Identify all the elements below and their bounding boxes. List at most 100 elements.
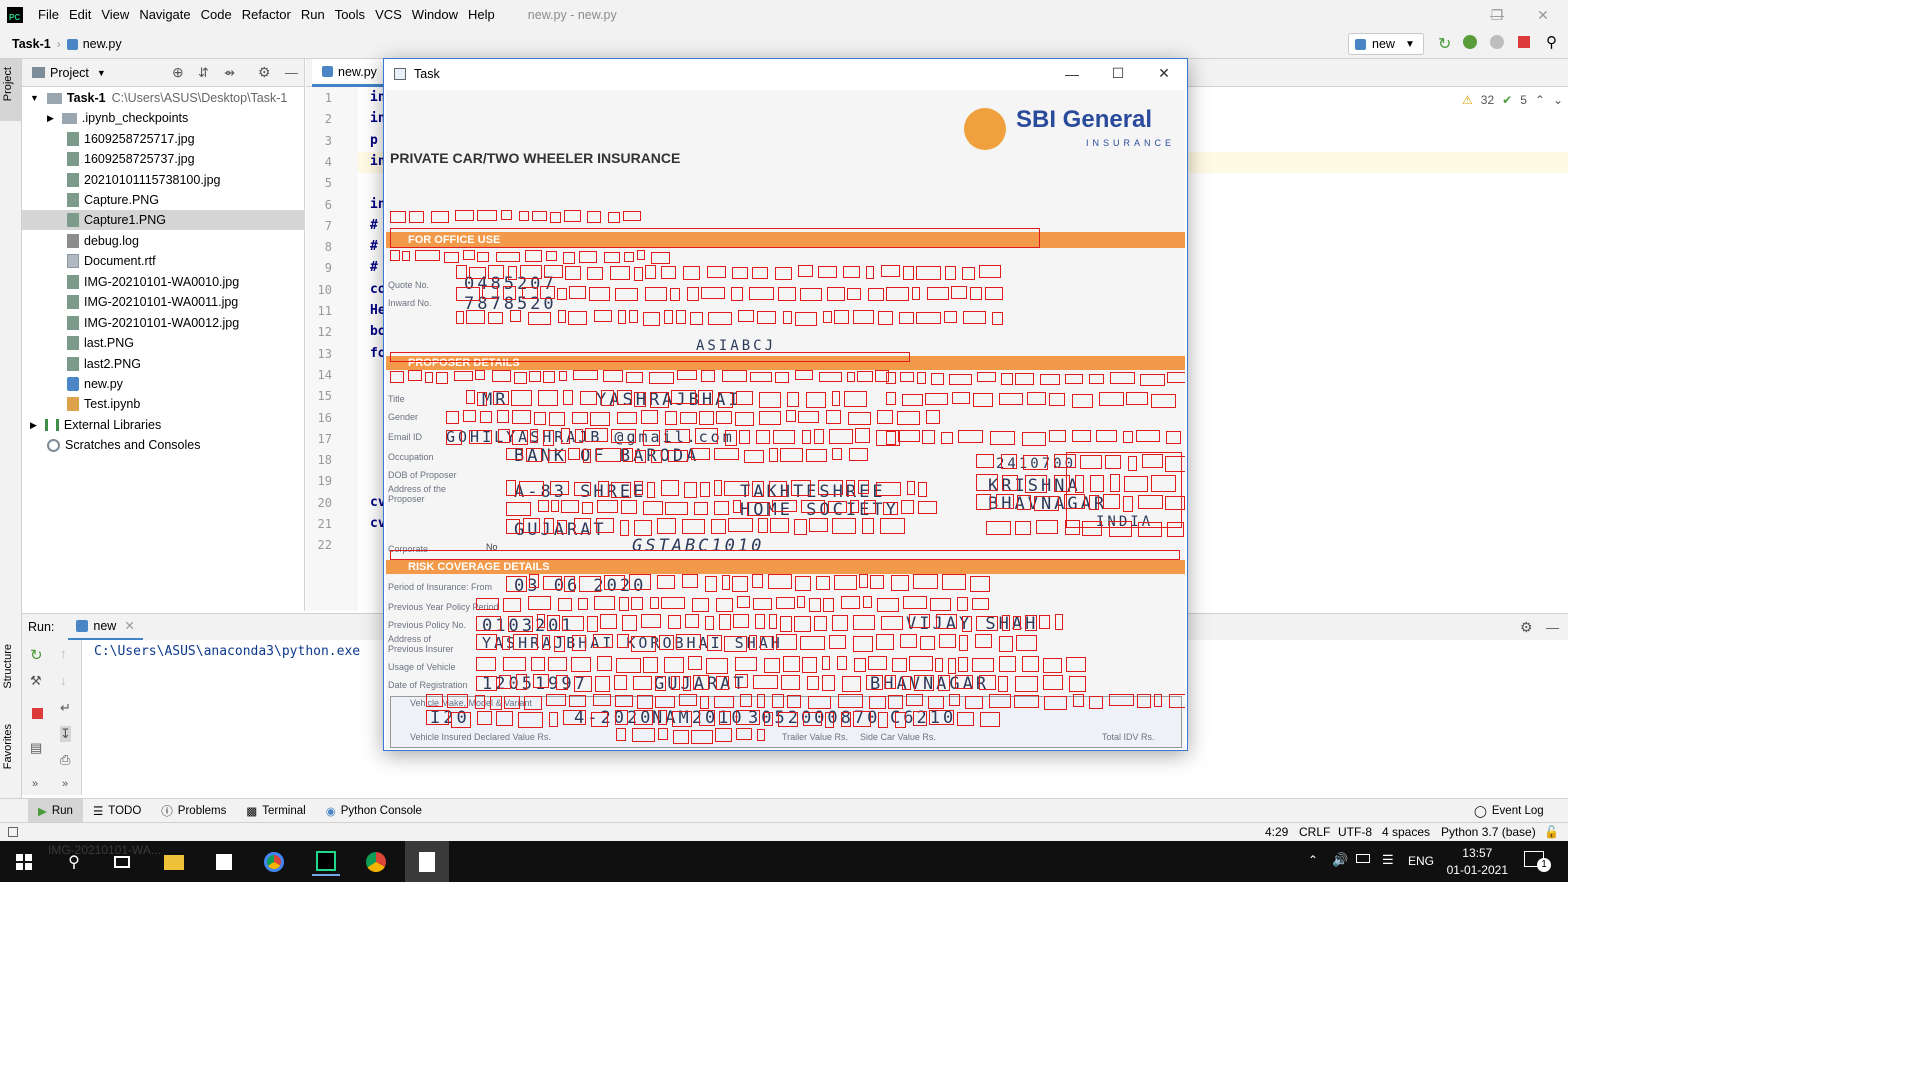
tree-item[interactable]: new.py	[67, 374, 123, 394]
tree-scratches[interactable]: Scratches and Consoles	[47, 435, 201, 455]
tree-external-libraries[interactable]: ▶ External Libraries	[30, 415, 161, 435]
expand-all-icon[interactable]: ⇵	[198, 65, 209, 81]
run-tab-new[interactable]: new ✕	[68, 614, 143, 641]
stop-icon[interactable]	[1518, 36, 1530, 48]
menu-navigate[interactable]: Navigate	[134, 0, 195, 30]
rerun-icon[interactable]: ↻	[1438, 34, 1451, 54]
scroll-to-end-icon[interactable]: ↧	[60, 726, 71, 742]
collapse-all-icon[interactable]: ⇴	[224, 65, 235, 81]
search-icon[interactable]: ⚲	[60, 848, 88, 876]
chevron-up-icon[interactable]: ⌃	[1308, 853, 1318, 867]
chrome-icon[interactable]	[260, 848, 288, 876]
notifications-icon[interactable]: 1	[1524, 851, 1551, 872]
tree-item[interactable]: 1609258725717.jpg	[67, 129, 195, 149]
lock-icon[interactable]: 🔓	[1544, 825, 1559, 839]
rerun-icon[interactable]: ↻	[30, 646, 43, 664]
soft-wrap-icon[interactable]: ↵	[60, 700, 71, 716]
more-icon[interactable]: »	[62, 778, 68, 790]
bottom-tab-python-console[interactable]: ◉ Python Console	[316, 799, 432, 823]
file-encoding[interactable]: UTF-8	[1338, 825, 1372, 839]
volume-icon[interactable]: 🔊	[1332, 852, 1348, 868]
image-viewer-taskbar-icon[interactable]	[405, 841, 449, 882]
task-view-icon[interactable]	[108, 848, 136, 876]
line-separator[interactable]: CRLF	[1299, 825, 1330, 839]
layout-icon[interactable]: ▤	[30, 740, 42, 756]
taskbar-clock[interactable]: 13:57 01-01-2021	[1447, 845, 1508, 879]
file-explorer-icon[interactable]	[160, 848, 188, 876]
chevron-up-icon[interactable]: ⌃	[1535, 93, 1545, 107]
menu-tools[interactable]: Tools	[330, 0, 370, 30]
tree-item[interactable]: debug.log	[67, 231, 139, 251]
close-icon[interactable]: ✕	[124, 618, 134, 633]
menu-refactor[interactable]: Refactor	[237, 0, 296, 30]
gear-icon[interactable]: ⚙	[258, 64, 271, 81]
menu-file[interactable]: File	[33, 0, 64, 30]
tool-windows-icon[interactable]	[8, 827, 18, 837]
task-image-window[interactable]: Task — ☐ ✕ SBI General INSURANCE PRIVATE…	[383, 58, 1188, 751]
tree-item[interactable]: IMG-20210101-WA0012.jpg	[67, 313, 239, 333]
caret-position[interactable]: 4:29	[1265, 825, 1288, 839]
arrow-down-icon[interactable]: ↓	[60, 673, 67, 688]
task-window-titlebar[interactable]: Task — ☐ ✕	[384, 59, 1187, 88]
hide-panel-icon[interactable]: —	[285, 65, 298, 80]
tree-item[interactable]: 1609258725737.jpg	[67, 149, 195, 169]
input-language[interactable]: ENG	[1408, 854, 1434, 868]
battery-icon[interactable]	[1356, 854, 1370, 863]
wifi-icon[interactable]: ☰	[1382, 852, 1394, 868]
chevron-down-icon[interactable]: ▼	[97, 68, 106, 78]
pycharm-taskbar-icon[interactable]	[312, 848, 340, 876]
menu-window[interactable]: Window	[407, 0, 463, 30]
tree-item[interactable]: ▶ .ipynb_checkpoints	[47, 108, 188, 128]
event-log-button[interactable]: ◯ Event Log	[1464, 799, 1554, 823]
menu-code[interactable]: Code	[196, 0, 237, 30]
structure-tab[interactable]: Structure	[2, 644, 14, 689]
windows-start-icon[interactable]	[10, 848, 38, 876]
tree-item[interactable]: Document.rtf	[67, 251, 156, 271]
project-tab-active[interactable]: Project	[0, 59, 21, 121]
restore-window-icon[interactable]: ❐	[1474, 0, 1520, 30]
tree-item[interactable]: last2.PNG	[67, 354, 141, 374]
coverage-icon[interactable]	[1490, 35, 1504, 49]
gear-icon[interactable]: ⚙	[1520, 619, 1533, 636]
inspection-widget[interactable]: ⚠ 32 ✔ 5 ⌃ ⌄	[1462, 93, 1563, 107]
bottom-tab-terminal[interactable]: ▩ Terminal	[236, 799, 315, 823]
menu-edit[interactable]: Edit	[64, 0, 96, 30]
microsoft-store-icon[interactable]	[210, 848, 238, 876]
indent-setting[interactable]: 4 spaces	[1382, 825, 1430, 839]
locate-file-icon[interactable]: ⊕	[172, 64, 184, 81]
editor-tab-new-py[interactable]: new.py	[312, 59, 387, 87]
tree-item-selected[interactable]: Capture1.PNG	[22, 210, 305, 230]
tree-item[interactable]: Capture.PNG	[67, 190, 159, 210]
close-window-icon[interactable]: ✕	[1520, 0, 1566, 30]
chrome-profile-icon[interactable]	[362, 848, 390, 876]
stop-icon[interactable]	[32, 708, 43, 719]
python-interpreter[interactable]: Python 3.7 (base)	[1441, 825, 1536, 839]
debug-bug-icon[interactable]	[1463, 35, 1477, 49]
bottom-tab-problems[interactable]: ⓘ Problems	[151, 799, 236, 823]
menu-view[interactable]: View	[96, 0, 134, 30]
menu-vcs[interactable]: VCS	[370, 0, 407, 30]
menu-help[interactable]: Help	[463, 0, 500, 30]
more-icon[interactable]: »	[32, 778, 38, 790]
tree-item[interactable]: last.PNG	[67, 333, 134, 353]
search-everywhere-icon[interactable]: ⚲	[1546, 33, 1557, 51]
tree-item[interactable]: IMG-20210101-WA0010.jpg	[67, 272, 239, 292]
bottom-tab-run[interactable]: ▶ Run	[28, 798, 83, 823]
menu-run[interactable]: Run	[296, 0, 330, 30]
tree-item[interactable]: 20210101115738100.jpg	[67, 170, 220, 190]
project-panel-title[interactable]: Project	[50, 66, 89, 80]
wrench-icon[interactable]: ⚒	[30, 673, 42, 689]
breadcrumb-file[interactable]: new.py	[83, 37, 122, 51]
favorites-tab[interactable]: Favorites	[2, 724, 14, 769]
print-icon[interactable]: ⎙	[60, 752, 70, 768]
bottom-tab-todo[interactable]: ☰ TODO	[83, 799, 151, 823]
hide-panel-icon[interactable]: —	[1546, 620, 1559, 635]
run-configuration-select[interactable]: new ▼	[1348, 33, 1424, 55]
tree-item[interactable]: IMG-20210101-WA0011.jpg	[67, 292, 238, 312]
minimize-icon[interactable]: —	[1049, 59, 1095, 88]
arrow-up-icon[interactable]: ↑	[60, 646, 67, 661]
close-icon[interactable]: ✕	[1141, 59, 1187, 88]
tree-item[interactable]: Test.ipynb	[67, 394, 140, 414]
chevron-down-icon[interactable]: ⌄	[1553, 93, 1563, 107]
breadcrumb-project[interactable]: Task-1	[12, 37, 51, 51]
